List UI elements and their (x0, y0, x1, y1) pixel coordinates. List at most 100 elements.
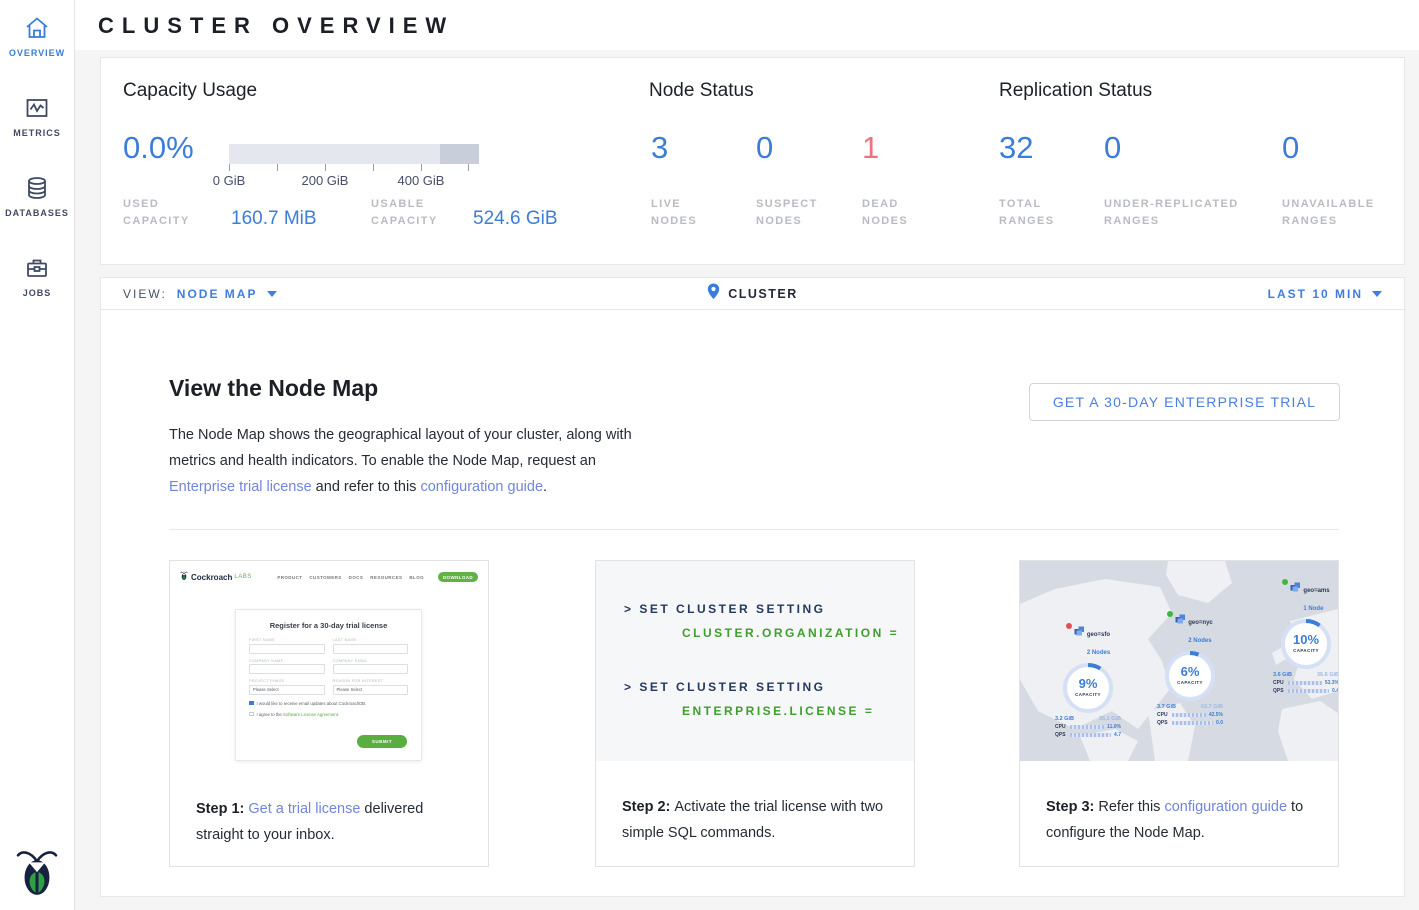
sql-setting: ENTERPRISE.LICENSE = (682, 704, 874, 718)
locality-badge-sfo: geo=sfo2 Nodes 9% CAPACITY 3.2 GiB35.1 G… (1040, 623, 1136, 738)
capacity-percent: 6% (1163, 664, 1217, 679)
mini-registration-form: Register for a 30-day trial license FIRS… (235, 609, 422, 761)
capacity-gauge-reserved-segment (440, 144, 479, 164)
cpu-value: 42.5% (1209, 712, 1223, 718)
page-title: CLUSTER OVERVIEW (98, 13, 454, 39)
sidebar-item-metrics[interactable]: METRICS (0, 94, 74, 138)
configuration-guide-link[interactable]: configuration guide (420, 479, 543, 495)
mini-checkbox-label: I would like to receive email updates ab… (257, 701, 367, 706)
live-nodes-label: LIVE NODES (651, 196, 731, 230)
get-trial-license-link[interactable]: Get a trial license (248, 801, 360, 817)
locality-badge-nyc: geo=nyc2 Nodes 6% CAPACITY 3.7 GiB63.7 G… (1142, 611, 1238, 726)
qps-label: QPS (1273, 688, 1285, 694)
cpu-bar (1070, 725, 1104, 729)
capacity-ring-gauge: 9% CAPACITY (1061, 661, 1115, 715)
cpu-label: CPU (1055, 724, 1067, 730)
locality-name: geo=sfo (1087, 632, 1110, 638)
mini-input (249, 664, 325, 674)
live-nodes-value: 3 (651, 130, 668, 166)
total-ranges-label: TOTAL RANGES (999, 196, 1079, 230)
locality-name: geo=ams (1303, 588, 1329, 594)
node-cube-icon (1074, 623, 1085, 641)
cpu-bar (1288, 681, 1322, 685)
mini-select: Please Select (249, 685, 325, 695)
locality-badge-ams: geo=ams1 Node 10% CAPACITY 3.6 GiB36.6 G… (1258, 579, 1338, 694)
database-icon (0, 174, 74, 202)
under-replicated-ranges-label: UNDER-REPLICATED RANGES (1104, 196, 1274, 230)
time-range-value: LAST 10 MIN (1268, 287, 1363, 301)
capacity-gauge (229, 144, 479, 164)
bottom-gutter (75, 897, 1419, 910)
mini-input (333, 664, 409, 674)
configuration-guide-link[interactable]: configuration guide (1164, 799, 1287, 815)
total-gib: 36.6 GiB (1317, 672, 1338, 678)
used-capacity-label: USED CAPACITY (123, 196, 203, 230)
dead-nodes-value: 1 (862, 130, 879, 166)
promo-description-mid: and refer to this (312, 479, 421, 495)
scope-label: CLUSTER (728, 287, 798, 301)
mini-site-nav: Cockroach LABS PRODUCT CUSTOMERS DOCS RE… (180, 567, 478, 587)
mini-field-label: LAST NAME (333, 638, 409, 642)
get-enterprise-trial-button[interactable]: GET A 30-DAY ENTERPRISE TRIAL (1029, 383, 1340, 421)
sql-setting: CLUSTER.ORGANIZATION = (682, 626, 899, 640)
time-range-dropdown[interactable]: LAST 10 MIN (1268, 278, 1382, 309)
sidebar-item-databases[interactable]: DATABASES (0, 174, 74, 218)
enterprise-trial-license-link[interactable]: Enterprise trial license (169, 479, 312, 495)
mini-nav-link: RESOURCES (370, 575, 402, 580)
gauge-tick-label: 400 GiB (381, 173, 461, 188)
qps-bar (1070, 733, 1111, 737)
step2-caption: Step 2: Activate the trial license with … (596, 761, 914, 846)
mini-field-label: REASON FOR INTEREST (333, 679, 409, 683)
sidebar-item-overview[interactable]: OVERVIEW (0, 14, 74, 58)
promo-description-line2: metrics and health indicators. To enable… (169, 448, 632, 474)
mini-nav-link: PRODUCT (277, 575, 302, 580)
locality-node-count: 2 Nodes (1087, 650, 1110, 656)
node-status-title: Node Status (649, 80, 754, 102)
step3-card: geo=sfo2 Nodes 9% CAPACITY 3.2 GiB35.1 G… (1019, 560, 1339, 867)
unavailable-ranges-label: UNAVAILABLE RANGES (1282, 196, 1392, 230)
cpu-value: 11.0% (1107, 724, 1121, 730)
divider (169, 529, 1339, 530)
mini-nav-link: DOCS (349, 575, 364, 580)
cockroach-labs-logo-icon (180, 568, 188, 586)
cluster-summary-panel: Capacity Usage 0.0% 0 GiB 200 GiB 400 Gi… (100, 57, 1405, 265)
capacity-usage-title: Capacity Usage (123, 80, 257, 102)
sidebar-item-jobs[interactable]: JOBS (0, 254, 74, 298)
step3-text: Refer this (1098, 799, 1164, 815)
mini-form-title: Register for a 30-day trial license (249, 621, 408, 630)
step2-label: Step 2: (622, 799, 674, 815)
used-gib: 3.7 GiB (1157, 704, 1176, 710)
home-icon (0, 14, 74, 42)
mini-nav-link: CUSTOMERS (309, 575, 341, 580)
gauge-tick (373, 164, 374, 171)
locality-node-count: 2 Nodes (1188, 638, 1211, 644)
qps-bar (1288, 689, 1329, 693)
mini-download-button: DOWNLOAD (438, 572, 478, 582)
promo-title: View the Node Map (169, 375, 378, 402)
sidebar: OVERVIEW METRICS DATABASES (0, 0, 75, 910)
gauge-tick (325, 164, 326, 171)
step2-card: > SET CLUSTER SETTING CLUSTER.ORGANIZATI… (595, 560, 915, 867)
cluster-overview-page: CLUSTER OVERVIEW OVERVIEW METRICS (0, 0, 1419, 910)
capacity-percent: 9% (1061, 676, 1115, 691)
sidebar-item-label: DATABASES (0, 208, 74, 218)
dead-nodes-label: DEAD NODES (862, 196, 942, 230)
gauge-tick (277, 164, 278, 171)
under-replicated-ranges-value: 0 (1104, 130, 1121, 166)
node-map-promo-panel: View the Node Map The Node Map shows the… (100, 310, 1405, 897)
status-dot-green-icon (1282, 579, 1288, 585)
capacity-ring-gauge: 10% CAPACITY (1279, 617, 1333, 671)
sql-code-block: > SET CLUSTER SETTING CLUSTER.ORGANIZATI… (596, 561, 914, 761)
usable-capacity-label: USABLE CAPACITY (371, 196, 461, 230)
briefcase-icon (0, 254, 74, 282)
qps-value: 0.0 (1216, 720, 1223, 726)
capacity-percent: 10% (1279, 632, 1333, 647)
scope-breadcrumb: CLUSTER (101, 278, 1404, 309)
sidebar-item-label: METRICS (0, 128, 74, 138)
promo-description-end: . (543, 479, 547, 495)
locality-name: geo=nyc (1188, 620, 1213, 626)
chevron-down-icon (1372, 291, 1382, 297)
mini-submit-button: SUBMIT (357, 735, 407, 748)
view-bar: VIEW: NODE MAP CLUSTER LAST 10 MIN (100, 277, 1405, 310)
cockroachdb-logo (15, 845, 59, 902)
